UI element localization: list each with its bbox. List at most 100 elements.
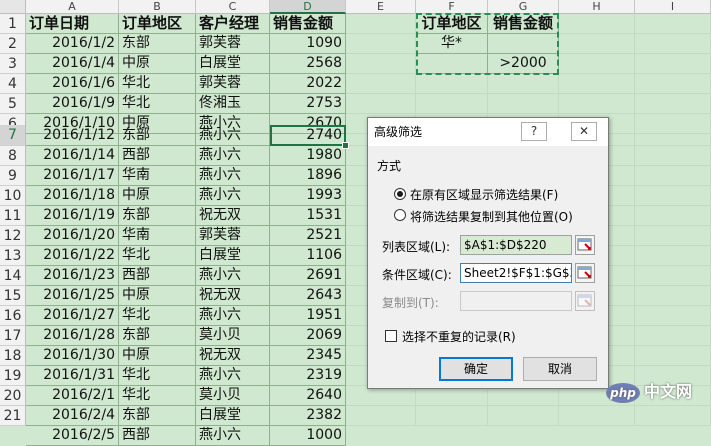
radio-filter-in-place[interactable] [394, 188, 406, 200]
table-cell[interactable]: 2319 [270, 366, 346, 386]
table-cell[interactable]: 2016/1/14 [26, 146, 119, 166]
table-cell[interactable]: 2016/1/12 [26, 126, 119, 146]
table-cell[interactable]: 莫小贝 [196, 386, 270, 406]
empty-cell[interactable] [416, 94, 488, 114]
table-cell[interactable]: 2016/1/17 [26, 166, 119, 186]
row-header[interactable]: 11 [0, 206, 26, 226]
table-cell[interactable]: 2016/1/22 [26, 246, 119, 266]
table-cell[interactable]: 燕小六 [196, 366, 270, 386]
table-cell[interactable]: 燕小六 [196, 426, 270, 446]
table-cell[interactable]: 燕小六 [196, 166, 270, 186]
row-header[interactable]: 20 [0, 386, 26, 406]
table-cell[interactable]: 2568 [270, 54, 346, 74]
table-cell[interactable]: 华北 [119, 246, 196, 266]
empty-cell[interactable] [416, 406, 488, 426]
row-header[interactable]: 12 [0, 226, 26, 246]
empty-cell[interactable] [488, 94, 559, 114]
row-header[interactable]: 15 [0, 286, 26, 306]
table-cell[interactable]: 1531 [270, 206, 346, 226]
unique-records-checkbox[interactable] [385, 330, 397, 342]
table-cell[interactable]: 2382 [270, 406, 346, 426]
table-cell[interactable]: 东部 [119, 326, 196, 346]
empty-cell[interactable] [635, 406, 711, 426]
empty-cell[interactable] [346, 54, 416, 74]
ok-button[interactable]: 确定 [439, 357, 513, 381]
empty-cell[interactable] [346, 386, 416, 406]
table-cell[interactable]: 2016/2/4 [26, 406, 119, 426]
radio-copy-to-location-label[interactable]: 将筛选结果复制到其他位置(O) [410, 208, 573, 225]
table-cell[interactable]: 华北 [119, 366, 196, 386]
table-cell[interactable]: 2016/1/19 [26, 206, 119, 226]
empty-cell[interactable] [635, 226, 711, 246]
table-cell[interactable]: 2016/1/27 [26, 306, 119, 326]
table-cell[interactable]: 2016/2/1 [26, 386, 119, 406]
header-cell[interactable]: 订单地区 [119, 14, 196, 34]
table-cell[interactable]: 西部 [119, 266, 196, 286]
table-cell[interactable]: 东部 [119, 126, 196, 146]
empty-cell[interactable] [488, 406, 559, 426]
table-cell[interactable]: 华南 [119, 166, 196, 186]
table-cell[interactable]: 东部 [119, 34, 196, 54]
empty-cell[interactable] [559, 406, 635, 426]
table-cell[interactable]: 中原 [119, 286, 196, 306]
table-cell[interactable]: 东部 [119, 406, 196, 426]
table-cell[interactable]: 2691 [270, 266, 346, 286]
empty-cell[interactable] [559, 34, 635, 54]
empty-cell[interactable] [559, 94, 635, 114]
table-cell[interactable]: 1000 [270, 426, 346, 446]
column-header-f[interactable]: F [416, 0, 488, 14]
row-header[interactable]: 17 [0, 326, 26, 346]
table-cell[interactable]: 2640 [270, 386, 346, 406]
row-header[interactable]: 9 [0, 166, 26, 186]
column-header-e[interactable]: E [346, 0, 416, 14]
table-cell[interactable]: 白展堂 [196, 406, 270, 426]
radio-filter-in-place-label[interactable]: 在原有区域显示筛选结果(F) [410, 186, 558, 203]
row-header[interactable]: 10 [0, 186, 26, 206]
table-cell[interactable]: 佟湘玉 [196, 94, 270, 114]
empty-cell[interactable] [346, 34, 416, 54]
empty-cell[interactable] [488, 386, 559, 406]
empty-cell[interactable] [635, 346, 711, 366]
empty-cell[interactable] [635, 246, 711, 266]
column-header-a[interactable]: A [26, 0, 119, 14]
criteria-range-input[interactable]: Sheet2!$F$1:$G$3 [460, 263, 572, 283]
empty-cell[interactable] [346, 14, 416, 34]
empty-cell[interactable] [635, 54, 711, 74]
table-cell[interactable]: 燕小六 [196, 146, 270, 166]
column-header-c[interactable]: C [196, 0, 270, 14]
select-all-corner[interactable] [0, 0, 26, 14]
row-header[interactable]: 13 [0, 246, 26, 266]
table-cell[interactable]: 2016/1/30 [26, 346, 119, 366]
empty-cell[interactable] [346, 406, 416, 426]
table-cell[interactable]: 2016/1/6 [26, 74, 119, 94]
row-header[interactable]: 19 [0, 366, 26, 386]
empty-cell[interactable] [635, 74, 711, 94]
table-cell[interactable]: 1090 [270, 34, 346, 54]
table-cell[interactable]: 2022 [270, 74, 346, 94]
table-cell[interactable]: 燕小六 [196, 126, 270, 146]
row-header[interactable]: 2 [0, 34, 26, 54]
table-cell[interactable]: 东部 [119, 206, 196, 226]
empty-cell[interactable] [559, 14, 635, 34]
table-cell[interactable]: 2016/1/20 [26, 226, 119, 246]
copy-to-collapse-button[interactable] [575, 291, 595, 311]
list-range-collapse-button[interactable] [575, 235, 595, 255]
empty-cell[interactable] [635, 146, 711, 166]
radio-copy-to-location[interactable] [394, 209, 406, 221]
table-cell[interactable]: 2016/1/4 [26, 54, 119, 74]
criteria-range-collapse-button[interactable] [575, 263, 595, 283]
table-cell[interactable]: 祝无双 [196, 206, 270, 226]
table-cell[interactable]: 2016/1/18 [26, 186, 119, 206]
table-cell[interactable]: 燕小六 [196, 186, 270, 206]
empty-cell[interactable] [346, 94, 416, 114]
table-cell[interactable]: 中原 [119, 186, 196, 206]
table-cell[interactable]: 2016/1/28 [26, 326, 119, 346]
empty-cell[interactable] [416, 386, 488, 406]
empty-cell[interactable] [559, 74, 635, 94]
table-cell[interactable]: 1980 [270, 146, 346, 166]
table-cell[interactable]: 华南 [119, 226, 196, 246]
empty-cell[interactable] [635, 126, 711, 146]
table-cell[interactable]: 白展堂 [196, 246, 270, 266]
table-cell[interactable]: 1896 [270, 166, 346, 186]
table-cell[interactable]: 2016/1/31 [26, 366, 119, 386]
